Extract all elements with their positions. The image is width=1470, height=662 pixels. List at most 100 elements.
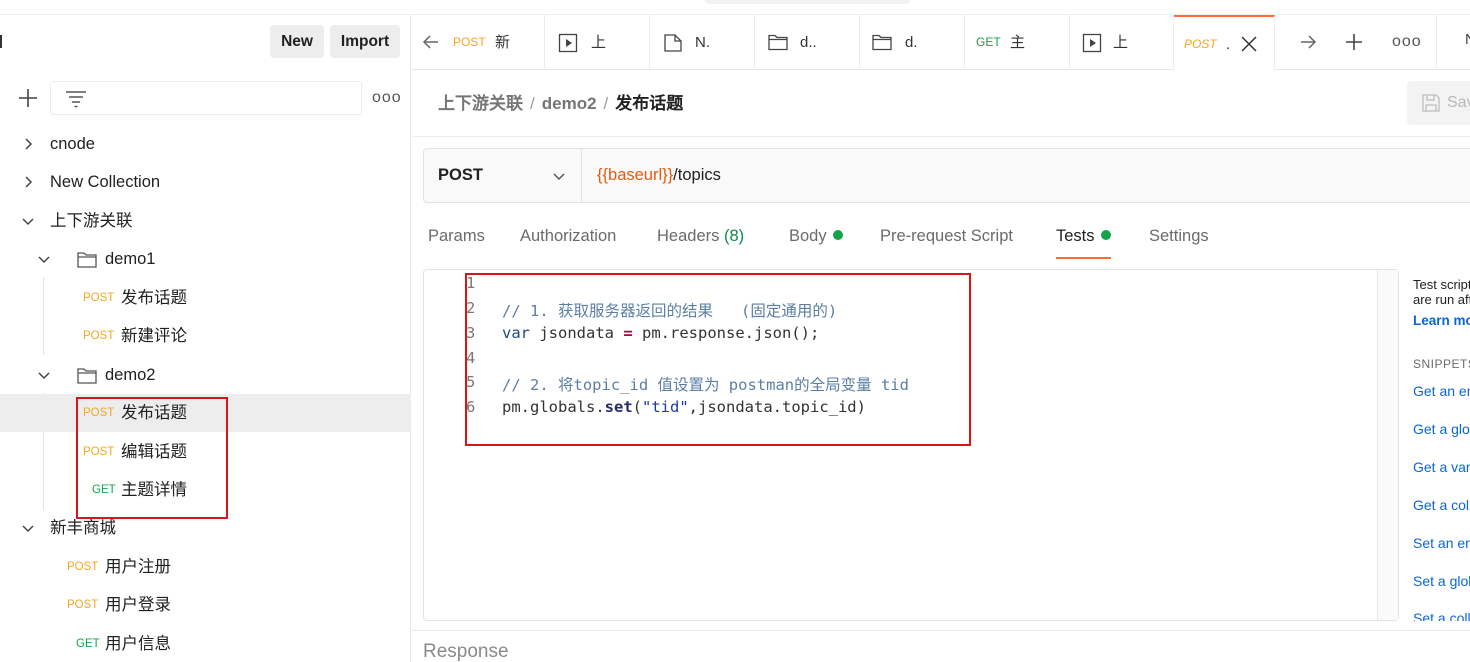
tree-item-label: 用户注册 bbox=[105, 558, 171, 576]
request-tab[interactable]: GET 主 bbox=[966, 15, 1070, 70]
tab-authorization[interactable]: Authorization bbox=[520, 223, 616, 259]
code-editor[interactable]: 1 2 3 4 5 6 // 1. 获取服务器返回的结果 (固定通用的) var… bbox=[423, 269, 1399, 621]
title-pill bbox=[705, 0, 910, 4]
breadcrumb-folder[interactable]: demo2 bbox=[542, 94, 597, 113]
method-badge: POST bbox=[83, 292, 115, 304]
plus-icon[interactable] bbox=[1344, 32, 1364, 52]
tree-item-request[interactable]: POST 发布话题 bbox=[0, 279, 411, 317]
panel-intro: Test scriptsare run after bbox=[1413, 277, 1470, 307]
snippets-panel: Test scriptsare run after Learn more SNI… bbox=[1400, 269, 1470, 621]
save-icon bbox=[1422, 94, 1440, 112]
arrow-right-icon[interactable] bbox=[1299, 33, 1317, 51]
save-button[interactable]: Save bbox=[1407, 81, 1470, 125]
snippet-link[interactable]: Set an environment variable bbox=[1413, 535, 1470, 551]
request-tab[interactable]: d. bbox=[861, 15, 965, 70]
active-tab-indicator bbox=[1056, 257, 1111, 259]
folder-icon bbox=[768, 34, 788, 51]
tree-item-cnode[interactable]: cnode bbox=[0, 125, 411, 163]
tab-params[interactable]: Params bbox=[428, 223, 485, 259]
request-tab[interactable]: 上 bbox=[546, 15, 650, 70]
tree-item-folder-demo2[interactable]: demo2 bbox=[0, 356, 411, 394]
tab-label: N. bbox=[695, 34, 710, 51]
filter-input[interactable] bbox=[50, 81, 362, 115]
new-button[interactable]: New bbox=[270, 25, 324, 58]
tab-method: POST bbox=[453, 35, 486, 49]
sidebar: New Import ooo cnode New Collection 上下游关… bbox=[0, 15, 411, 662]
tree-item-request[interactable]: POST 用户登录 bbox=[0, 586, 411, 624]
response-label[interactable]: Response bbox=[423, 641, 509, 662]
snippet-link[interactable]: Get a global variable bbox=[1413, 421, 1470, 437]
import-button[interactable]: Import bbox=[330, 25, 400, 58]
request-tab[interactable]: d.. bbox=[756, 15, 860, 70]
chevron-right-icon bbox=[25, 138, 33, 150]
tree-item-label: 上下游关联 bbox=[50, 212, 133, 230]
tab-prerequest-script[interactable]: Pre-request Script bbox=[880, 223, 1013, 259]
snippets-heading: SNIPPETS bbox=[1413, 357, 1470, 371]
request-tab-active[interactable]: POST . bbox=[1174, 15, 1275, 70]
method-select[interactable]: POST bbox=[424, 149, 582, 202]
annotation-box bbox=[76, 397, 228, 519]
folder-icon bbox=[77, 368, 97, 384]
folder-icon bbox=[872, 34, 892, 51]
tab-label: 主 bbox=[1010, 34, 1026, 51]
method-badge: POST bbox=[83, 330, 115, 342]
tabs-divider bbox=[1436, 15, 1437, 70]
tab-label: 上 bbox=[591, 34, 607, 51]
snippet-link[interactable]: Set a global variable bbox=[1413, 573, 1470, 589]
tree-item-label: cnode bbox=[50, 135, 95, 153]
arrow-left-icon[interactable] bbox=[422, 33, 440, 51]
tab-body-label: Body bbox=[789, 227, 827, 245]
chevron-down-icon bbox=[38, 372, 50, 380]
tab-label: 上 bbox=[1113, 34, 1129, 51]
tree-item-label: 新建评论 bbox=[121, 327, 187, 345]
tab-label: d. bbox=[905, 34, 918, 51]
tree-item-request[interactable]: GET 用户信息 bbox=[0, 625, 411, 662]
environment-selector[interactable]: N bbox=[1465, 31, 1470, 49]
sidebar-header: New Import bbox=[0, 15, 411, 70]
tabs-more-icon[interactable]: ooo bbox=[1392, 34, 1422, 50]
request-bar: POST {{baseurl}}/topics bbox=[423, 148, 1470, 203]
close-icon[interactable] bbox=[1240, 35, 1258, 53]
breadcrumb-collection[interactable]: 上下游关联 bbox=[438, 94, 523, 113]
method-value: POST bbox=[438, 166, 483, 184]
tree-item-request[interactable]: POST 新建评论 bbox=[0, 317, 411, 355]
tree-item-collection[interactable]: 上下游关联 bbox=[0, 202, 411, 240]
tree-item-new-collection[interactable]: New Collection bbox=[0, 163, 411, 201]
sidebar-more-icon[interactable]: ooo bbox=[372, 90, 401, 106]
tree-item-folder-demo1[interactable]: demo1 bbox=[0, 240, 411, 278]
snippet-link[interactable]: Get a collection variable bbox=[1413, 497, 1470, 513]
snippet-link[interactable]: Get an environment variable bbox=[1413, 383, 1470, 399]
url-input[interactable]: {{baseurl}}/topics bbox=[597, 149, 721, 202]
plus-icon[interactable] bbox=[17, 87, 39, 109]
filter-icon bbox=[66, 91, 86, 108]
breadcrumb-separator: / bbox=[530, 94, 535, 113]
tab-label: d.. bbox=[800, 34, 817, 51]
tabs-bar: POST 新 上 N. d.. d. GET 主 上 POST . ooo bbox=[412, 15, 1470, 70]
tree-item-request[interactable]: POST 用户注册 bbox=[0, 548, 411, 586]
workspace-marker bbox=[0, 35, 2, 48]
tab-method: GET bbox=[976, 35, 1001, 49]
snippet-link[interactable]: Get a variable bbox=[1413, 459, 1470, 475]
editor-scrollbar[interactable] bbox=[1377, 270, 1398, 620]
tab-tests[interactable]: Tests bbox=[1056, 223, 1111, 259]
response-divider[interactable] bbox=[412, 630, 1470, 631]
postman-window: New Import ooo cnode New Collection 上下游关… bbox=[0, 0, 1470, 662]
runner-icon bbox=[558, 33, 578, 53]
request-tab[interactable]: N. bbox=[651, 15, 755, 70]
chevron-down-icon bbox=[22, 218, 34, 226]
request-tab[interactable]: 上 bbox=[1071, 15, 1174, 70]
method-badge: POST bbox=[67, 561, 99, 573]
tab-tests-label: Tests bbox=[1056, 227, 1095, 245]
tab-settings[interactable]: Settings bbox=[1149, 223, 1209, 259]
annotation-box bbox=[465, 273, 971, 446]
panel-intro-line: Test scripts bbox=[1413, 277, 1470, 292]
snippet-link[interactable]: Set a collection variable bbox=[1413, 610, 1470, 621]
tab-body[interactable]: Body bbox=[789, 223, 843, 259]
tab-headers[interactable]: Headers (8) bbox=[657, 223, 744, 259]
chevron-down-icon bbox=[553, 173, 565, 181]
request-tab[interactable]: POST 新 bbox=[444, 15, 545, 70]
learn-more-link[interactable]: Learn more bbox=[1413, 313, 1470, 328]
url-variable: {{baseurl}} bbox=[597, 166, 674, 184]
headers-count: (8) bbox=[723, 227, 745, 245]
tab-headers-label: Headers bbox=[657, 227, 720, 245]
